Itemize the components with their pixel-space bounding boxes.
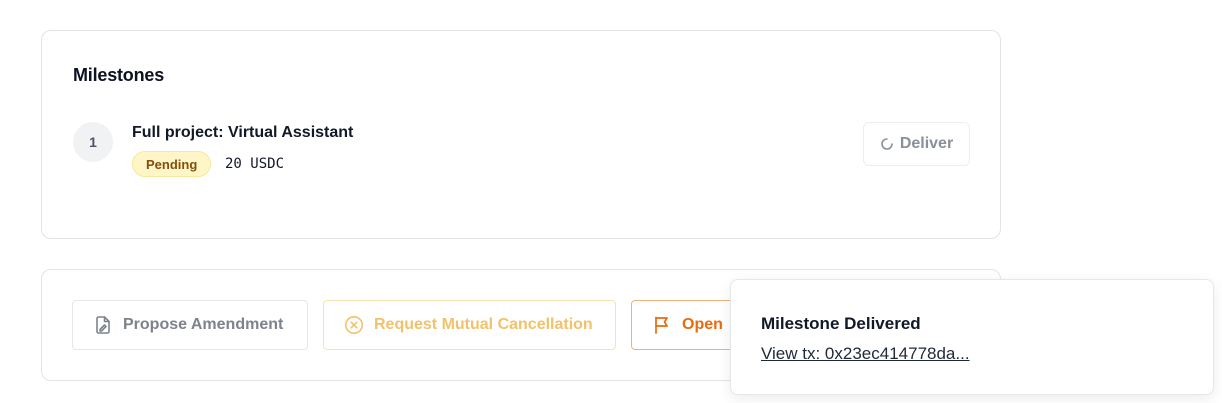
deliver-button-label: Deliver [899,135,954,152]
deliver-button[interactable]: Deliver [863,122,970,166]
milestone-amount: 20 USDC [225,156,285,172]
toast-title: Milestone Delivered [761,314,921,333]
toast-notification: Milestone Delivered View tx: 0x23ec41477… [730,279,1214,395]
x-circle-icon [344,315,364,335]
flag-icon [652,315,672,335]
open-dispute-label: Open [682,316,723,333]
milestones-card: Milestones 1 Full project: Virtual Assis… [41,30,1001,239]
request-cancellation-label: Request Mutual Cancellation [374,316,593,333]
milestone-number: 1 [73,122,113,162]
status-badge: Pending [132,151,212,177]
file-signature-icon [93,315,113,335]
view-tx-link[interactable]: View tx: 0x23ec414778da... [761,344,970,364]
propose-amendment-label: Propose Amendment [123,316,284,333]
milestones-title: Milestones [73,65,165,85]
loading-spinner-icon [880,137,894,151]
request-cancellation-button[interactable]: Request Mutual Cancellation [323,300,616,350]
propose-amendment-button[interactable]: Propose Amendment [72,300,308,350]
milestone-name: Full project: Virtual Assistant [132,124,354,141]
